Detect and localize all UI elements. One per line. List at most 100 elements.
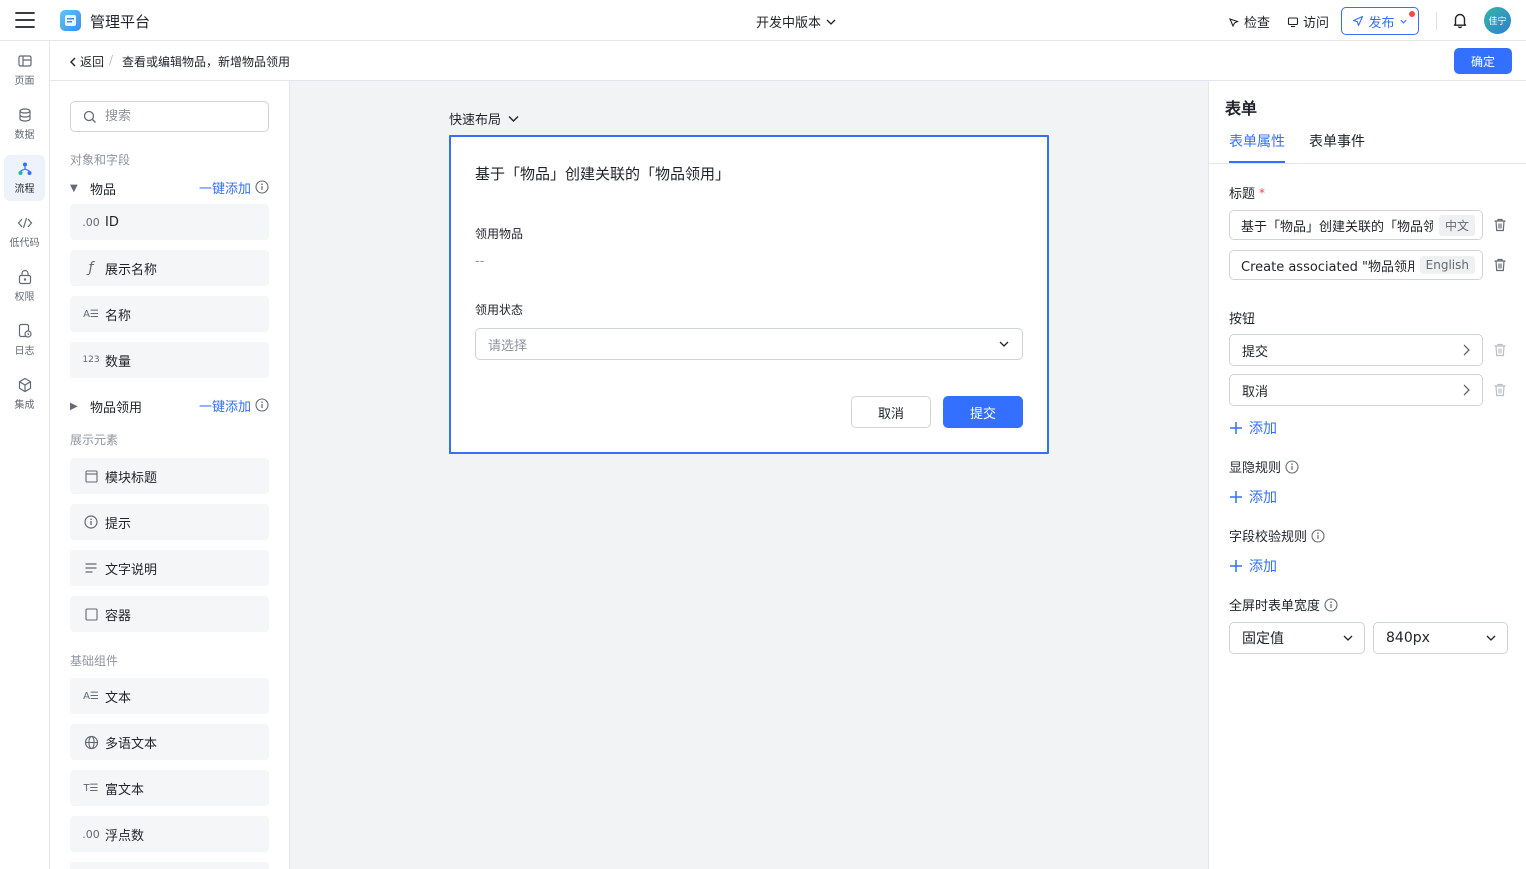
integration-icon <box>18 377 31 393</box>
field-item-id[interactable]: .00 ID <box>70 204 269 240</box>
quick-add-link[interactable]: 一键添加 <box>199 396 251 415</box>
display-label: 文字说明 <box>105 562 158 578</box>
formula-icon: ƒ <box>88 260 94 276</box>
width-mode-select[interactable]: 固定值 <box>1229 622 1365 654</box>
info-icon[interactable] <box>255 180 269 194</box>
back-label: 返回 <box>80 55 105 69</box>
tab-form-events[interactable]: 表单事件 <box>1309 131 1365 151</box>
info-icon[interactable] <box>1324 597 1338 612</box>
width-value-select[interactable]: 840px <box>1373 622 1508 654</box>
panel-title: 表单 <box>1225 99 1258 118</box>
left-rail: 页面 数据 流程 低代码 权限 日志 集成 <box>0 41 50 869</box>
monitor-icon <box>1287 16 1299 27</box>
select-placeholder: 请选择 <box>488 338 528 354</box>
rail-item-permission[interactable]: 权限 <box>4 263 45 309</box>
text-field-icon: A☰ <box>83 308 99 320</box>
add-label: 添加 <box>1249 421 1277 437</box>
basic-label: 多语文本 <box>105 736 158 752</box>
title-zh-input[interactable] <box>1241 217 1433 233</box>
database-icon <box>18 108 31 122</box>
trash-icon[interactable] <box>1492 257 1508 273</box>
active-tab-indicator <box>1229 161 1285 163</box>
title-zh-field[interactable]: 中文 <box>1229 210 1483 240</box>
title-en-field[interactable]: English <box>1229 250 1483 280</box>
field-item-quantity[interactable]: 123 数量 <box>70 342 269 378</box>
publish-label: 发布 <box>1368 15 1395 31</box>
quick-layout-dropdown[interactable]: 快速布局 <box>449 109 520 128</box>
menu-icon[interactable] <box>14 9 36 31</box>
form-cancel-button[interactable]: 取消 <box>851 396 931 428</box>
chevron-down-icon <box>1399 19 1407 24</box>
validation-section-label: 字段校验规则 <box>1229 526 1325 545</box>
rail-item-flow[interactable]: 流程 <box>4 155 45 201</box>
visit-button[interactable]: 访问 <box>1287 12 1329 31</box>
width-mode-value: 固定值 <box>1242 631 1284 647</box>
field-label-item: 领用物品 <box>475 227 524 241</box>
title-en-input[interactable] <box>1241 257 1414 273</box>
back-link[interactable]: 返回 <box>68 53 104 70</box>
info-icon[interactable] <box>1311 528 1325 543</box>
button-config-cancel[interactable]: 取消 <box>1229 374 1483 406</box>
visit-label: 访问 <box>1303 16 1330 31</box>
rail-item-lowcode[interactable]: 低代码 <box>4 209 45 255</box>
inspect-button[interactable]: 检查 <box>1228 12 1270 31</box>
rail-item-integration[interactable]: 集成 <box>4 371 45 417</box>
object-row-item-checkout[interactable]: ▶ 物品领用 一键添加 <box>70 396 269 416</box>
publish-button[interactable]: 发布 <box>1341 7 1419 35</box>
basic-item-multilang-text[interactable]: 多语文本 <box>70 724 269 760</box>
display-item-text-desc[interactable]: 文字说明 <box>70 550 269 586</box>
section-basic-components: 基础组件 <box>70 654 119 668</box>
add-button-link[interactable]: 添加 <box>1229 418 1277 438</box>
bell-icon[interactable] <box>1451 11 1469 29</box>
flow-icon <box>18 162 31 175</box>
rich-text-icon: T☰ <box>83 782 99 794</box>
button-config-submit[interactable]: 提交 <box>1229 334 1483 366</box>
rail-label: 权限 <box>14 292 35 303</box>
breadcrumb-separator: / <box>109 53 114 67</box>
field-item-name[interactable]: A☰ 名称 <box>70 296 269 332</box>
basic-item-text[interactable]: A☰ 文本 <box>70 678 269 714</box>
container-icon <box>83 607 99 621</box>
rail-item-log[interactable]: 日志 <box>4 317 45 363</box>
object-name: 物品领用 <box>90 400 143 416</box>
add-validation-rule-link[interactable]: 添加 <box>1229 556 1277 576</box>
object-row-item[interactable]: ▼ 物品 一键添加 <box>70 178 269 198</box>
display-item-container[interactable]: 容器 <box>70 596 269 632</box>
lock-icon <box>18 269 31 285</box>
basic-item-float[interactable]: .00 浮点数 <box>70 816 269 852</box>
validation-label: 字段校验规则 <box>1229 530 1308 545</box>
info-icon[interactable] <box>1285 459 1299 474</box>
info-icon[interactable] <box>255 398 269 412</box>
divider <box>1436 12 1437 30</box>
section-objects-fields: 对象和字段 <box>70 153 131 167</box>
basic-label: 浮点数 <box>105 828 145 844</box>
search-field[interactable] <box>70 101 269 132</box>
trash-icon[interactable] <box>1492 217 1508 233</box>
avatar[interactable]: 佳宁 <box>1484 7 1511 34</box>
field-item-display-name[interactable]: ƒ 展示名称 <box>70 250 269 286</box>
rail-item-page[interactable]: 页面 <box>4 47 45 93</box>
quick-add-link[interactable]: 一键添加 <box>199 178 251 197</box>
tab-form-properties[interactable]: 表单属性 <box>1229 131 1285 151</box>
section-display-elements: 展示元素 <box>70 433 119 447</box>
confirm-button[interactable]: 确定 <box>1454 48 1512 74</box>
page-title: 查看或编辑物品，新增物品领用 <box>122 55 291 69</box>
status-select[interactable]: 请选择 <box>475 328 1023 360</box>
inspect-label: 检查 <box>1244 16 1271 31</box>
add-visibility-rule-link[interactable]: 添加 <box>1229 487 1277 507</box>
basic-item-partial <box>70 862 269 869</box>
rail-label: 集成 <box>14 400 35 411</box>
basic-item-rich-text[interactable]: T☰ 富文本 <box>70 770 269 806</box>
width-section-label: 全屏时表单宽度 <box>1229 595 1338 614</box>
version-switcher[interactable]: 开发中版本 <box>756 12 837 31</box>
rail-item-data[interactable]: 数据 <box>4 101 45 147</box>
send-icon <box>1353 15 1364 27</box>
display-item-module-title[interactable]: 模块标题 <box>70 458 269 494</box>
form-submit-button[interactable]: 提交 <box>943 396 1023 428</box>
tabs-divider <box>1209 163 1526 164</box>
search-input[interactable] <box>105 109 255 124</box>
field-label-status: 领用状态 <box>475 303 524 317</box>
plus-icon <box>1230 422 1242 434</box>
chevron-down-icon <box>826 19 836 25</box>
display-item-hint[interactable]: 提示 <box>70 504 269 540</box>
